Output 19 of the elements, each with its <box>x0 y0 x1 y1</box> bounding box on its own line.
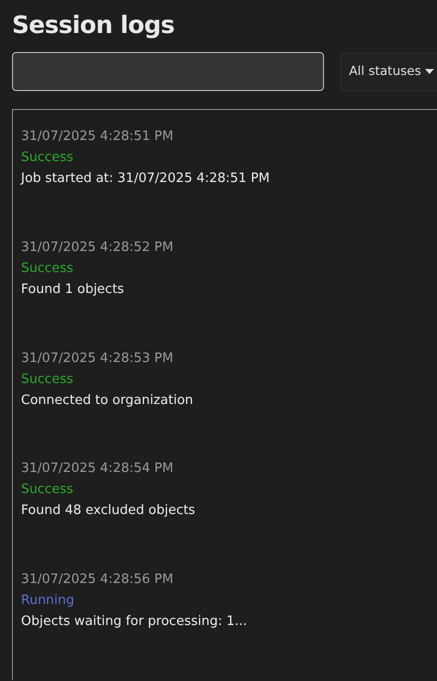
log-status: Success <box>21 149 74 167</box>
log-message: Connected to organization <box>21 392 194 410</box>
page-title: Session logs <box>12 10 176 41</box>
caret-icon <box>425 69 434 74</box>
log-message: Job started at: 31/07/2025 4:28:51 PM <box>21 170 270 188</box>
log-timestamp: 31/07/2025 4:28:53 PM <box>21 350 174 368</box>
log-message: Objects waiting for processing: 1... <box>21 613 248 632</box>
search-field[interactable] <box>12 52 324 91</box>
log-timestamp: 31/07/2025 4:28:56 PM <box>21 571 174 590</box>
log-status: Success <box>21 370 74 389</box>
status-dropdown[interactable]: All statuses <box>340 52 437 90</box>
log-status: Running <box>21 592 74 610</box>
log-timestamp: 31/07/2025 4:28:51 PM <box>21 128 174 146</box>
log-status: Success <box>21 481 74 500</box>
log-message: Found 48 excluded objects <box>21 502 196 520</box>
log-message: Found 1 objects <box>21 280 124 299</box>
log-timestamp: 31/07/2025 4:28:54 PM <box>21 460 174 478</box>
log-timestamp: 31/07/2025 4:28:52 PM <box>21 238 174 257</box>
log-status: Success <box>21 260 74 278</box>
